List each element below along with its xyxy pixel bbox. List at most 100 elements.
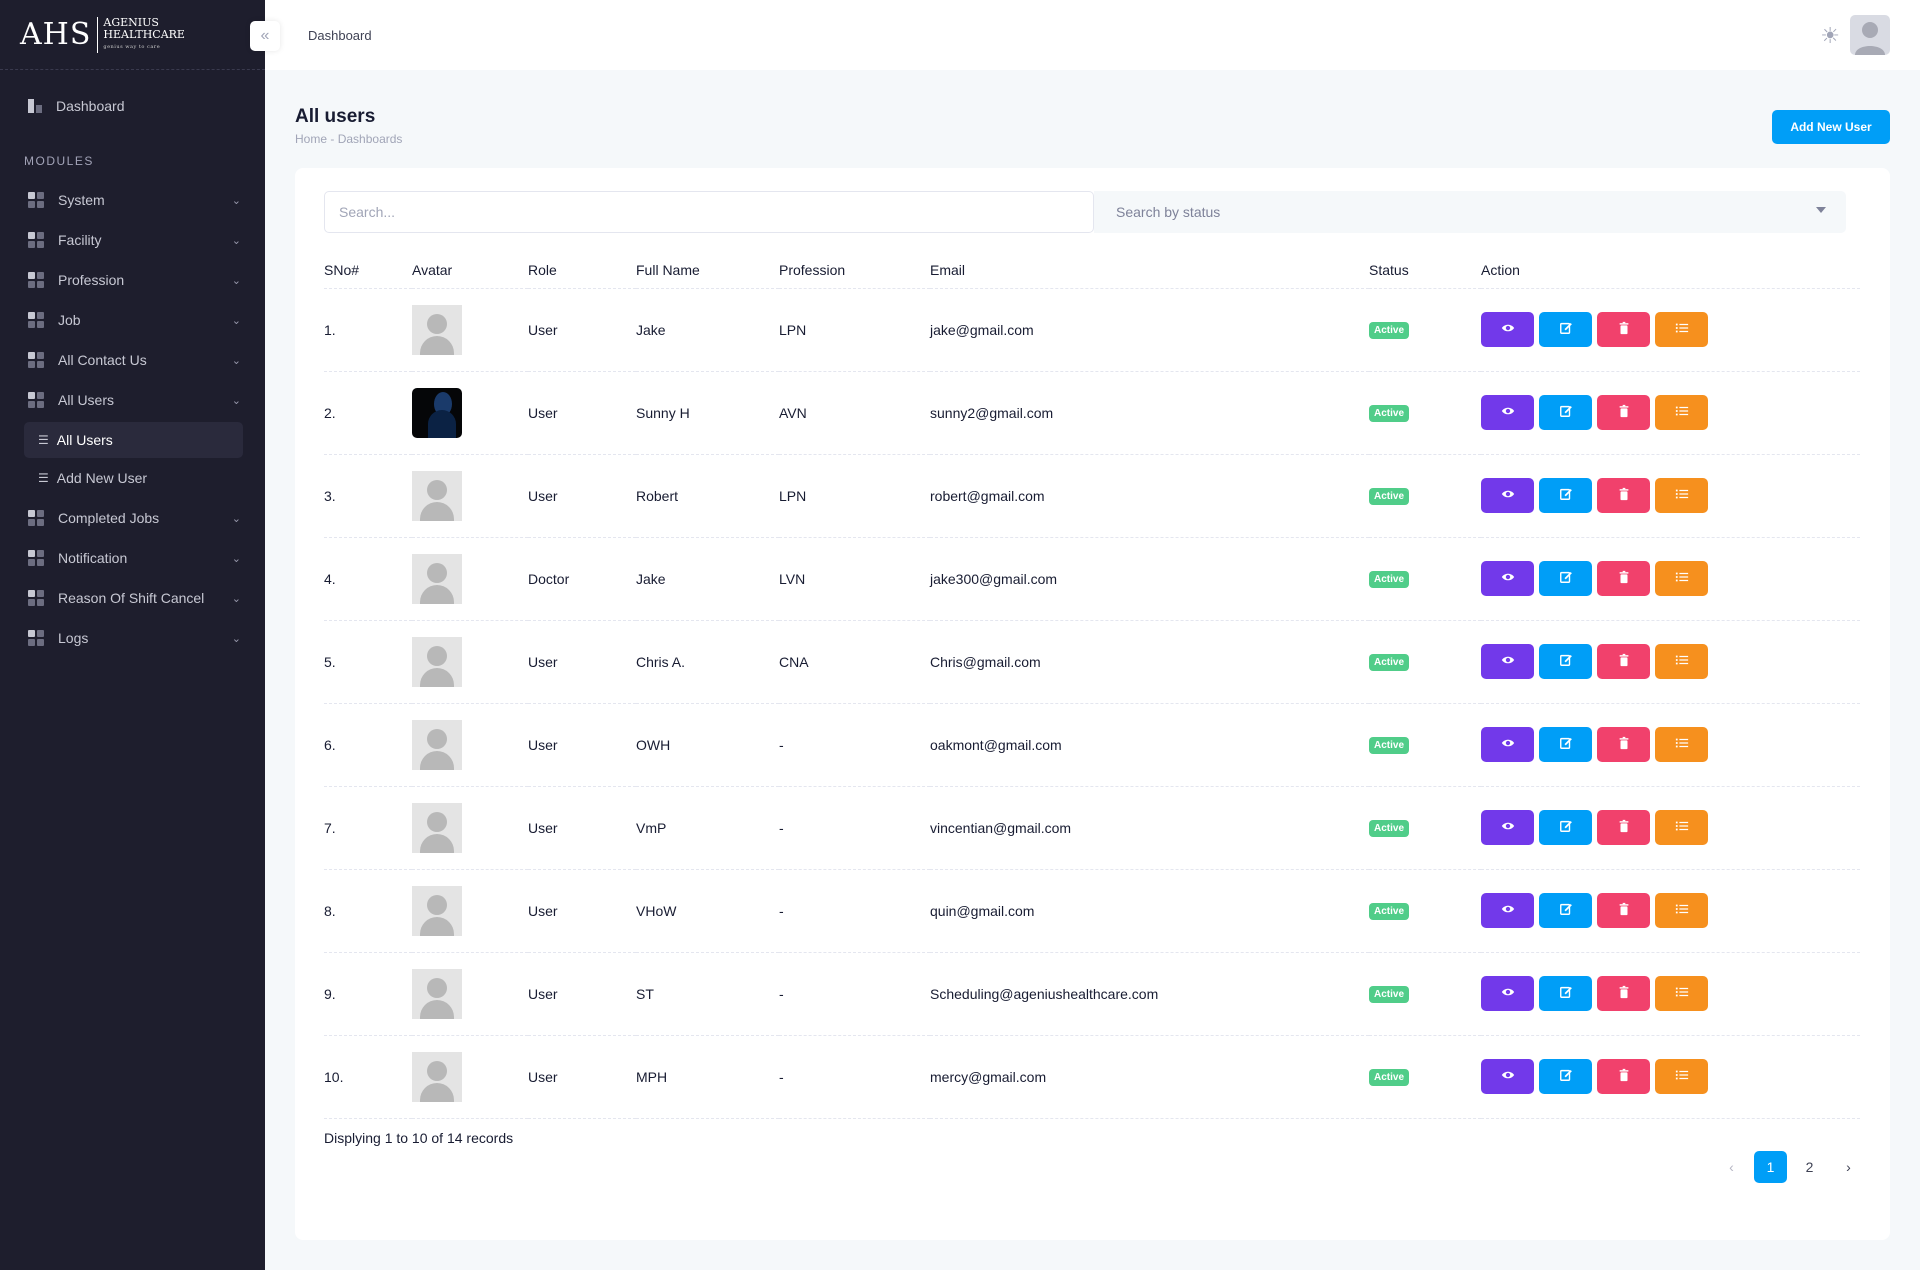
details-list-button[interactable] — [1655, 727, 1708, 762]
chevron-down-icon: ⌄ — [231, 394, 241, 407]
table-row: 1. User Jake LPN jake@gmail.com Active — [324, 288, 1860, 372]
avatar — [412, 636, 462, 687]
sidebar-item-completed-jobs[interactable]: Completed Jobs ⌄ — [0, 498, 265, 538]
delete-button[interactable] — [1597, 312, 1650, 347]
delete-button[interactable] — [1597, 478, 1650, 513]
chevron-down-icon: ⌄ — [231, 592, 241, 605]
details-list-button[interactable] — [1655, 644, 1708, 679]
cell-full-name: OWH — [636, 703, 779, 787]
breadcrumb-home[interactable]: Home — [295, 132, 327, 146]
delete-button[interactable] — [1597, 1059, 1650, 1094]
cell-actions — [1481, 288, 1860, 372]
sidebar-item-reason-of-shift-cancel[interactable]: Reason Of Shift Cancel ⌄ — [0, 578, 265, 618]
column-header-profession[interactable]: Profession — [779, 252, 930, 289]
view-button[interactable] — [1481, 478, 1534, 513]
delete-button[interactable] — [1597, 727, 1650, 762]
sidebar-item-dashboard[interactable]: Dashboard — [0, 86, 265, 126]
delete-button[interactable] — [1597, 810, 1650, 845]
pagination-page-2[interactable]: 2 — [1793, 1151, 1826, 1183]
add-new-user-button[interactable]: Add New User — [1772, 110, 1890, 144]
sidebar-item-all-users[interactable]: All Users ⌄ — [0, 380, 265, 420]
details-list-button[interactable] — [1655, 395, 1708, 430]
edit-button[interactable] — [1539, 1059, 1592, 1094]
view-button[interactable] — [1481, 810, 1534, 845]
table-row: 3. User Robert LPN robert@gmail.com Active — [324, 454, 1860, 538]
theme-toggle-sun-icon[interactable]: ☀ — [1820, 23, 1840, 49]
status-filter-select[interactable]: Search by status — [1094, 191, 1846, 233]
sidebar-subitem-add-new-user[interactable]: ☰ Add New User — [24, 460, 243, 496]
view-button[interactable] — [1481, 395, 1534, 430]
edit-button[interactable] — [1539, 312, 1592, 347]
collapse-sidebar-button[interactable]: « — [250, 21, 280, 51]
edit-button[interactable] — [1539, 644, 1592, 679]
column-header-full-name[interactable]: Full Name — [636, 252, 779, 289]
header-breadcrumb[interactable]: Dashboard — [308, 28, 372, 43]
cell-sno: 4. — [324, 537, 412, 621]
details-list-button[interactable] — [1655, 312, 1708, 347]
view-button[interactable] — [1481, 893, 1534, 928]
details-list-button[interactable] — [1655, 976, 1708, 1011]
edit-button[interactable] — [1539, 561, 1592, 596]
table-row: 6. User OWH - oakmont@gmail.com Active — [324, 703, 1860, 787]
sidebar-item-system[interactable]: System ⌄ — [0, 180, 265, 220]
sidebar-item-job[interactable]: Job ⌄ — [0, 300, 265, 340]
column-header-status[interactable]: Status — [1369, 252, 1481, 289]
details-list-button[interactable] — [1655, 893, 1708, 928]
cell-profession: LPN — [779, 454, 930, 538]
details-list-button[interactable] — [1655, 1059, 1708, 1094]
cell-role: User — [528, 371, 636, 455]
table-row: 9. User ST - Scheduling@ageniushealthcare.co… — [324, 952, 1860, 1036]
sidebar-item-all-contact-us[interactable]: All Contact Us ⌄ — [0, 340, 265, 380]
edit-button[interactable] — [1539, 893, 1592, 928]
search-input[interactable] — [324, 191, 1094, 233]
cell-full-name: Chris A. — [636, 620, 779, 704]
chevron-down-icon: ⌄ — [231, 512, 241, 525]
cell-full-name: ST — [636, 952, 779, 1036]
delete-button[interactable] — [1597, 395, 1650, 430]
pagination-next[interactable]: › — [1832, 1151, 1865, 1183]
column-header-sno[interactable]: SNo# — [324, 252, 412, 289]
cell-email: quin@gmail.com — [930, 869, 1369, 953]
cell-avatar — [412, 620, 528, 704]
brand-logo[interactable]: AHS AGENIUS HEALTHCARE genius way to car… — [0, 0, 265, 70]
view-button[interactable] — [1481, 561, 1534, 596]
details-list-button[interactable] — [1655, 561, 1708, 596]
edit-button[interactable] — [1539, 478, 1592, 513]
sidebar-item-facility[interactable]: Facility ⌄ — [0, 220, 265, 260]
cell-sno: 6. — [324, 703, 412, 787]
cell-full-name: Jake — [636, 288, 779, 372]
sidebar-subitem-all-users[interactable]: ☰ All Users — [24, 422, 243, 458]
edit-button[interactable] — [1539, 395, 1592, 430]
cell-profession: CNA — [779, 620, 930, 704]
pagination-page-1[interactable]: 1 — [1754, 1151, 1787, 1183]
delete-button[interactable] — [1597, 976, 1650, 1011]
view-button[interactable] — [1481, 976, 1534, 1011]
column-header-role[interactable]: Role — [528, 252, 636, 289]
grid-icon — [28, 392, 44, 408]
view-button[interactable] — [1481, 312, 1534, 347]
user-avatar[interactable] — [1850, 15, 1890, 55]
cell-role: User — [528, 703, 636, 787]
list-icon — [1675, 321, 1689, 338]
view-button[interactable] — [1481, 727, 1534, 762]
column-header-email[interactable]: Email — [930, 252, 1369, 289]
edit-button[interactable] — [1539, 976, 1592, 1011]
sidebar-item-notification[interactable]: Notification ⌄ — [0, 538, 265, 578]
delete-button[interactable] — [1597, 644, 1650, 679]
pagination-prev[interactable]: ‹ — [1715, 1151, 1748, 1183]
edit-button[interactable] — [1539, 727, 1592, 762]
brand-name-line2: HEALTHCARE — [103, 27, 185, 41]
trash-icon — [1617, 487, 1631, 504]
list-icon — [1675, 985, 1689, 1002]
details-list-button[interactable] — [1655, 478, 1708, 513]
grid-icon — [28, 590, 44, 606]
sidebar-item-logs[interactable]: Logs ⌄ — [0, 618, 265, 658]
delete-button[interactable] — [1597, 561, 1650, 596]
view-button[interactable] — [1481, 644, 1534, 679]
details-list-button[interactable] — [1655, 810, 1708, 845]
trash-icon — [1617, 902, 1631, 919]
view-button[interactable] — [1481, 1059, 1534, 1094]
delete-button[interactable] — [1597, 893, 1650, 928]
sidebar-item-profession[interactable]: Profession ⌄ — [0, 260, 265, 300]
edit-button[interactable] — [1539, 810, 1592, 845]
